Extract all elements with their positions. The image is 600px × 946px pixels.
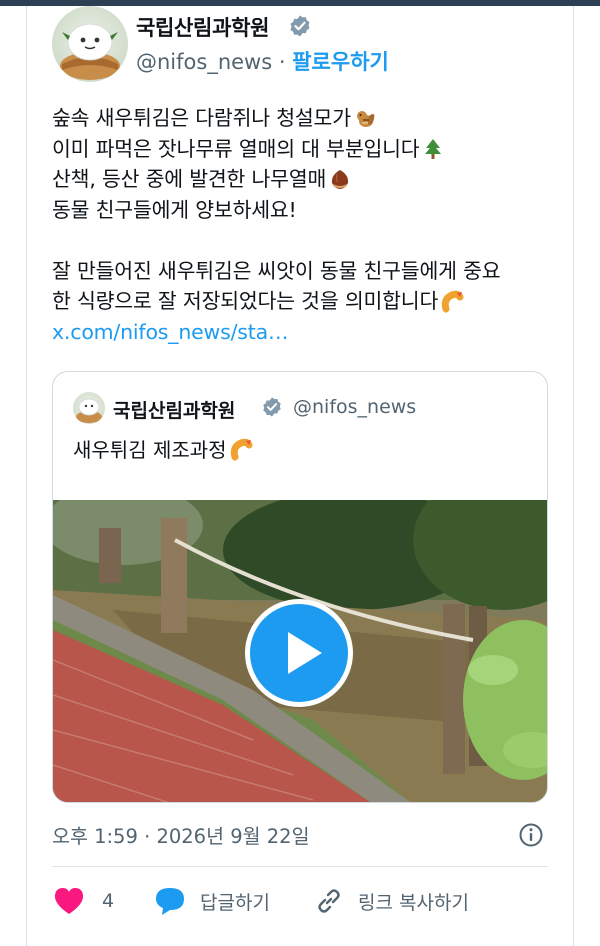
quoted-tweet[interactable]: 국립산림과학원 @nifos_news 새우튀김 제조과정	[52, 371, 548, 803]
quoted-text: 새우튀김 제조과정	[73, 438, 227, 462]
quoted-author-name[interactable]: 국립산림과학원	[113, 396, 235, 423]
author-avatar[interactable]	[52, 6, 128, 82]
fried-shrimp-emoji-icon	[441, 291, 464, 313]
author-name[interactable]: 국립산림과학원	[136, 12, 269, 42]
reply-label: 답글하기	[200, 891, 270, 914]
tweet-line: 동물 친구들에게 양보하세요!	[52, 197, 297, 222]
tweet-line: 한 식량으로 잘 저장되었다는 것을 의미합니다	[52, 289, 439, 313]
chipmunk-emoji-icon	[356, 111, 375, 128]
like-button[interactable]: 4	[52, 884, 114, 918]
copy-link-button[interactable]: 링크 복사하기	[314, 884, 469, 918]
play-icon	[288, 632, 322, 674]
tweet-line: 잘 만들어진 새우튀김은 씨앗이 동물 친구들에게 중요	[52, 258, 501, 283]
author-handle-row: @nifos_news · 팔로우하기	[136, 46, 389, 76]
tweet-link[interactable]: x.com/nifos_news/sta…	[52, 317, 288, 348]
handle-separator: ·	[278, 50, 286, 74]
play-button[interactable]	[245, 599, 353, 707]
author-handle[interactable]: @nifos_news	[136, 50, 272, 74]
follow-button[interactable]: 팔로우하기	[292, 50, 389, 74]
like-count: 4	[102, 890, 115, 912]
quoted-tweet-text: 새우튀김 제조과정	[73, 434, 253, 463]
evergreen-tree-emoji-icon	[425, 138, 442, 159]
verified-badge-icon	[263, 397, 281, 417]
divider	[52, 866, 548, 867]
chestnut-emoji-icon	[332, 170, 349, 190]
tweet-line: 이미 파먹은 잣나무류 열매의 대 부분입니다	[52, 136, 420, 161]
fried-shrimp-emoji-icon	[230, 438, 253, 460]
tweet-text: 숲속 새우튀김은 다람쥐나 청설모가 이미 파먹은 잣나무류 열매의 대 부분입…	[52, 103, 552, 347]
reply-bubble-icon	[156, 888, 184, 915]
reply-button[interactable]: 답글하기	[154, 884, 270, 918]
heart-icon	[54, 888, 84, 914]
tweet-line: 산책, 등산 중에 발견한 나무열매	[52, 167, 327, 191]
tweet-timestamp[interactable]: 오후 1:59 · 2026년 9월 22일	[52, 820, 310, 849]
quoted-author-handle[interactable]: @nifos_news	[293, 396, 416, 418]
copy-link-label: 링크 복사하기	[358, 891, 469, 914]
tweet-actions: 4 답글하기 링크 복사하기	[52, 884, 548, 918]
video-player[interactable]	[53, 500, 547, 802]
quoted-author-avatar[interactable]	[73, 392, 105, 424]
verified-badge-icon	[290, 15, 310, 37]
link-icon	[318, 889, 340, 913]
info-icon[interactable]	[518, 822, 544, 848]
tweet-line: 숲속 새우튀김은 다람쥐나 청설모가	[52, 106, 351, 130]
